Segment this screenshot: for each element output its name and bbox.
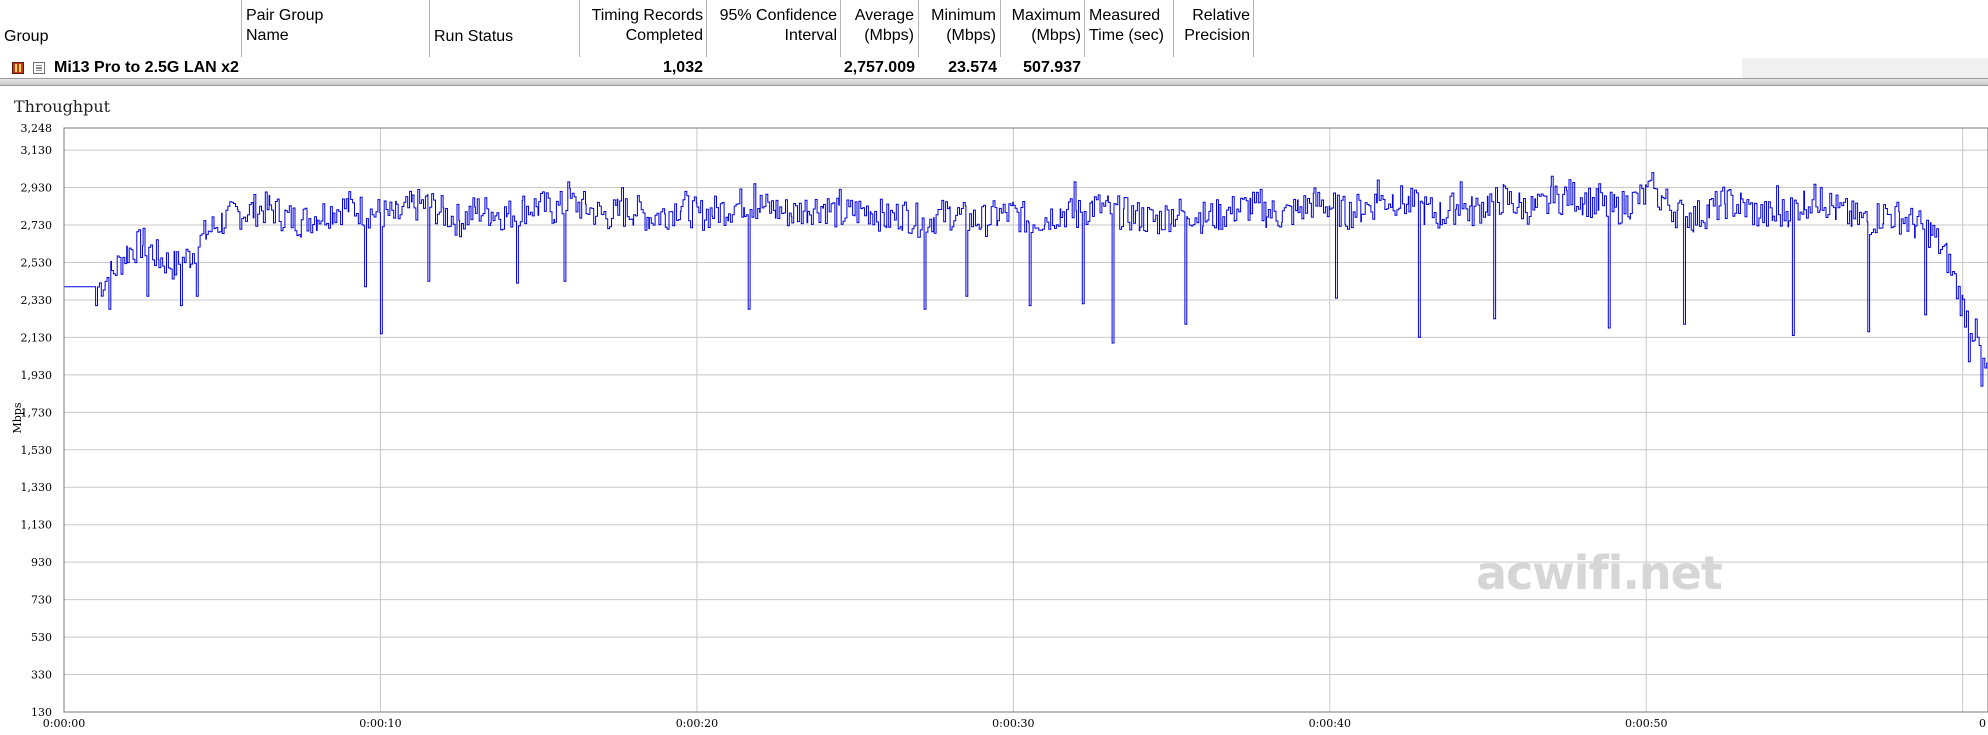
y-tick-label: 3,248 (21, 122, 53, 135)
x-tick-label: 0:00:50 (1625, 717, 1667, 730)
watermark: acwifi.net (1476, 546, 1723, 600)
x-tick-label: 0:00:00 (43, 717, 85, 730)
y-tick-label: 2,730 (21, 219, 53, 232)
y-tick-label: 1,330 (21, 481, 53, 494)
y-tick-label: 2,130 (21, 331, 53, 344)
x-tick-label: 0:00:10 (359, 717, 401, 730)
y-tick-label: 2,930 (21, 182, 53, 195)
x-tick-label: 0:00:40 (1309, 717, 1351, 730)
y-tick-label: 3,130 (21, 144, 53, 157)
y-tick-label: 1,130 (21, 519, 53, 532)
throughput-series-line (64, 172, 1988, 387)
y-axis-label: Mbps (11, 402, 24, 433)
x-tick-label: 0 (1979, 717, 1986, 730)
y-tick-label: 1,930 (21, 369, 53, 382)
y-tick-label: 730 (31, 594, 52, 607)
y-tick-label: 330 (31, 669, 52, 682)
y-tick-label: 2,330 (21, 294, 53, 307)
y-tick-label: 1,730 (21, 406, 53, 419)
y-tick-label: 1,530 (21, 444, 53, 457)
x-tick-label: 0:00:30 (992, 717, 1034, 730)
throughput-chart: 3,248 3,130 2,930 2,730 2,530 2,330 2,130 1,930… (11, 122, 1988, 730)
y-tick-label: 530 (31, 631, 52, 644)
y-tick-label: 930 (31, 556, 52, 569)
y-tick-label: 2,530 (21, 256, 53, 269)
x-tick-label: 0:00:20 (676, 717, 718, 730)
